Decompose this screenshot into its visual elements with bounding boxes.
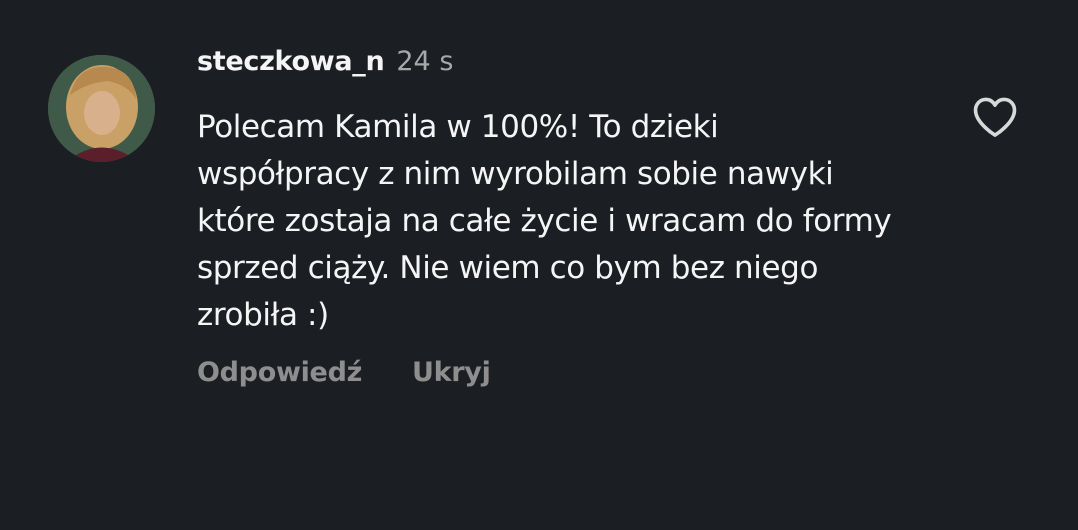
avatar[interactable] [48,55,155,162]
comment-header: steczkowa_n 24 s [197,46,917,90]
comment-actions: Odpowiedź Ukryj [197,357,917,388]
comment-text: Polecam Kamila w 100%! To dzieki współpr… [197,109,892,333]
avatar-image [48,55,155,162]
like-button[interactable] [972,96,1018,138]
username[interactable]: steczkowa_n [197,46,385,77]
reply-button[interactable]: Odpowiedź [197,357,362,388]
comment-body: steczkowa_n 24 s Polecam Kamila w 100%! … [197,46,917,388]
comment-item: steczkowa_n 24 s Polecam Kamila w 100%! … [0,0,1078,530]
timestamp: 24 s [396,46,454,77]
hide-button[interactable]: Ukryj [412,357,491,388]
heart-outline-icon [973,97,1017,137]
